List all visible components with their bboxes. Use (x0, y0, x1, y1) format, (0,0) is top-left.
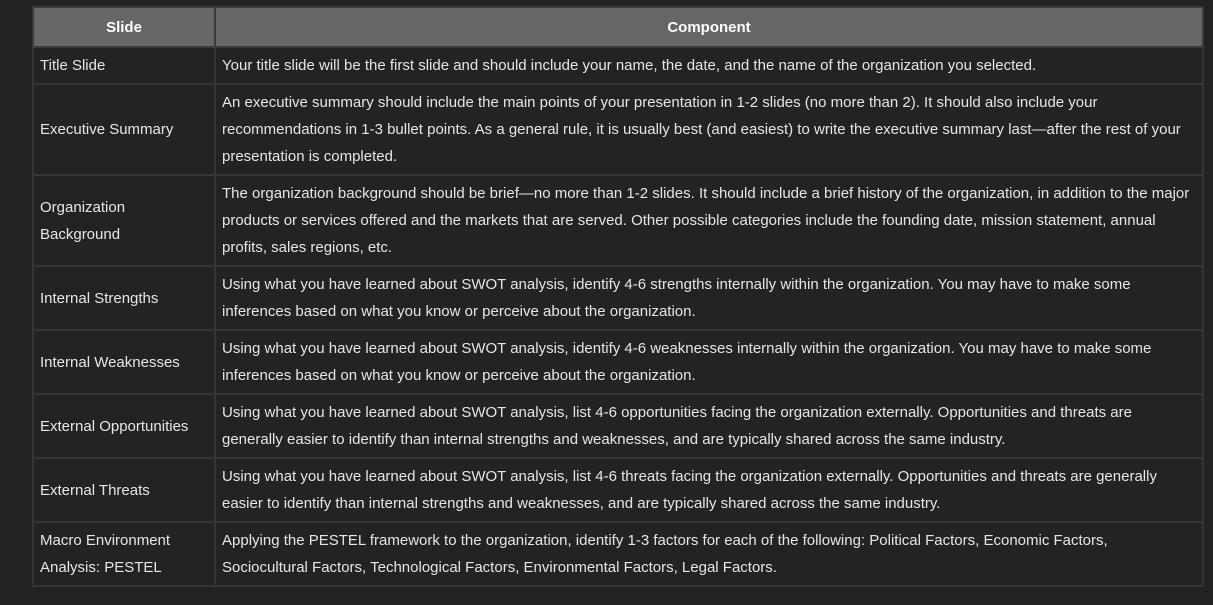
component-description-cell: Using what you have learned about SWOT a… (214, 265, 1204, 331)
component-description-cell: Using what you have learned about SWOT a… (214, 329, 1204, 395)
slide-name-cell: External Opportunities (32, 393, 216, 459)
component-description-cell: Your title slide will be the first slide… (214, 46, 1204, 85)
component-description-cell: An executive summary should include the … (214, 83, 1204, 176)
component-description-cell: Applying the PESTEL framework to the org… (214, 521, 1204, 587)
slide-name-cell: Executive Summary (32, 83, 216, 176)
slide-name-cell: Internal Strengths (32, 265, 216, 331)
table-row: Internal Weaknesses Using what you have l… (32, 329, 1204, 395)
table-row: External Threats Using what you have lear… (32, 457, 1204, 523)
slide-components-table: Slide Component Title Slide Your title sl… (32, 6, 1204, 587)
header-slide: Slide (32, 6, 216, 48)
table-row: Title Slide Your title slide will be the … (32, 46, 1204, 85)
slide-name-cell: Organization Background (32, 174, 216, 267)
table-row: Macro Environment Analysis: PESTEL Applyi… (32, 521, 1204, 587)
table-row: Organization Background The organization … (32, 174, 1204, 267)
slide-name-cell: Internal Weaknesses (32, 329, 216, 395)
component-description-cell: The organization background should be br… (214, 174, 1204, 267)
slide-name-cell: Macro Environment Analysis: PESTEL (32, 521, 216, 587)
component-description-cell: Using what you have learned about SWOT a… (214, 393, 1204, 459)
component-description-cell: Using what you have learned about SWOT a… (214, 457, 1204, 523)
table-row: Executive Summary An executive summary sh… (32, 83, 1204, 176)
table-container: Slide Component Title Slide Your title sl… (32, 6, 1204, 587)
header-component: Component (214, 6, 1204, 48)
slide-name-cell: External Threats (32, 457, 216, 523)
table-row: Internal Strengths Using what you have le… (32, 265, 1204, 331)
slide-name-cell: Title Slide (32, 46, 216, 85)
table-row: External Opportunities Using what you hav… (32, 393, 1204, 459)
table-header-row: Slide Component (32, 6, 1204, 48)
